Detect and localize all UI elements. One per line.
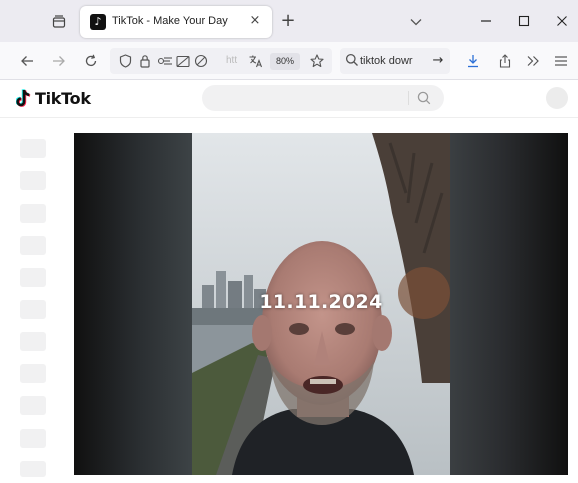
tiktok-header: TikTok — [0, 80, 578, 118]
sidebar-item-placeholder[interactable] — [20, 139, 46, 158]
translate-icon[interactable] — [246, 52, 264, 70]
tab-title: TikTok - Make Your Day — [112, 15, 228, 27]
sidebar-item-placeholder[interactable] — [20, 429, 46, 448]
sidebar — [0, 118, 62, 483]
browser-tab-strip: ♪ TikTok - Make Your Day × + — [0, 0, 578, 42]
share-icon[interactable] — [494, 50, 516, 72]
search-icon[interactable] — [416, 90, 432, 106]
tiktok-note-icon — [16, 89, 31, 107]
new-tab-button[interactable]: + — [276, 10, 300, 34]
sidebar-item-placeholder[interactable] — [20, 396, 46, 415]
blocked-media-icon[interactable] — [174, 52, 192, 70]
lock-icon[interactable] — [136, 52, 154, 70]
video-blurred-edge-left — [74, 133, 192, 475]
blocked-autoplay-icon[interactable] — [192, 52, 210, 70]
sidebar-item-placeholder[interactable] — [20, 268, 46, 287]
hamburger-menu-icon[interactable] — [550, 50, 572, 72]
permissions-icon[interactable] — [156, 52, 174, 70]
search-icon — [345, 53, 358, 66]
sidebar-item-placeholder[interactable] — [20, 461, 46, 477]
avatar[interactable] — [546, 87, 568, 109]
sidebar-item-placeholder[interactable] — [20, 204, 46, 223]
tracking-protection-shield-icon[interactable] — [116, 52, 134, 70]
sidebar-item-placeholder[interactable] — [20, 236, 46, 255]
video-blurred-edge-right — [450, 133, 568, 475]
reload-icon[interactable] — [80, 50, 102, 72]
maximize-window-icon[interactable] — [508, 8, 540, 34]
sidebar-item-placeholder[interactable] — [20, 300, 46, 319]
downloads-icon[interactable] — [462, 50, 484, 72]
tiktok-wordmark: TikTok — [35, 89, 91, 108]
bookmark-star-icon[interactable] — [308, 52, 326, 70]
chevron-down-icon[interactable] — [404, 11, 428, 33]
sidebar-item-placeholder[interactable] — [20, 332, 46, 351]
close-tab-icon[interactable]: × — [246, 12, 264, 30]
search-divider — [408, 91, 409, 105]
url-text[interactable]: htt — [226, 55, 237, 66]
tiktok-search-bar[interactable] — [202, 85, 444, 111]
forward-arrow-icon[interactable] — [48, 50, 70, 72]
overflow-chevrons-icon[interactable] — [522, 50, 544, 72]
tab-tiktok[interactable]: ♪ TikTok - Make Your Day × — [80, 6, 272, 38]
list-all-tabs-icon[interactable] — [45, 10, 73, 34]
minimize-window-icon[interactable] — [470, 8, 502, 34]
search-input[interactable]: tiktok dowr → — [340, 48, 450, 74]
search-go-arrow-icon[interactable]: → — [430, 52, 446, 70]
zoom-level-badge[interactable]: 80% — [270, 53, 300, 70]
tiktok-logo[interactable]: TikTok — [16, 89, 91, 108]
sidebar-item-placeholder[interactable] — [20, 171, 46, 190]
search-query: tiktok dowr — [360, 55, 413, 67]
browser-navigation-toolbar: htt 80% tiktok dowr → — [0, 42, 578, 80]
url-bar[interactable]: htt 80% — [110, 48, 332, 74]
video-frame-image: 11.11.2024 — [192, 133, 450, 475]
video-date-overlay: 11.11.2024 — [259, 291, 383, 313]
close-window-icon[interactable] — [546, 8, 578, 34]
back-arrow-icon[interactable] — [16, 50, 38, 72]
sidebar-item-placeholder[interactable] — [20, 364, 46, 383]
video-player[interactable]: 11.11.2024 — [74, 133, 568, 475]
tiktok-favicon-icon: ♪ — [90, 14, 106, 30]
